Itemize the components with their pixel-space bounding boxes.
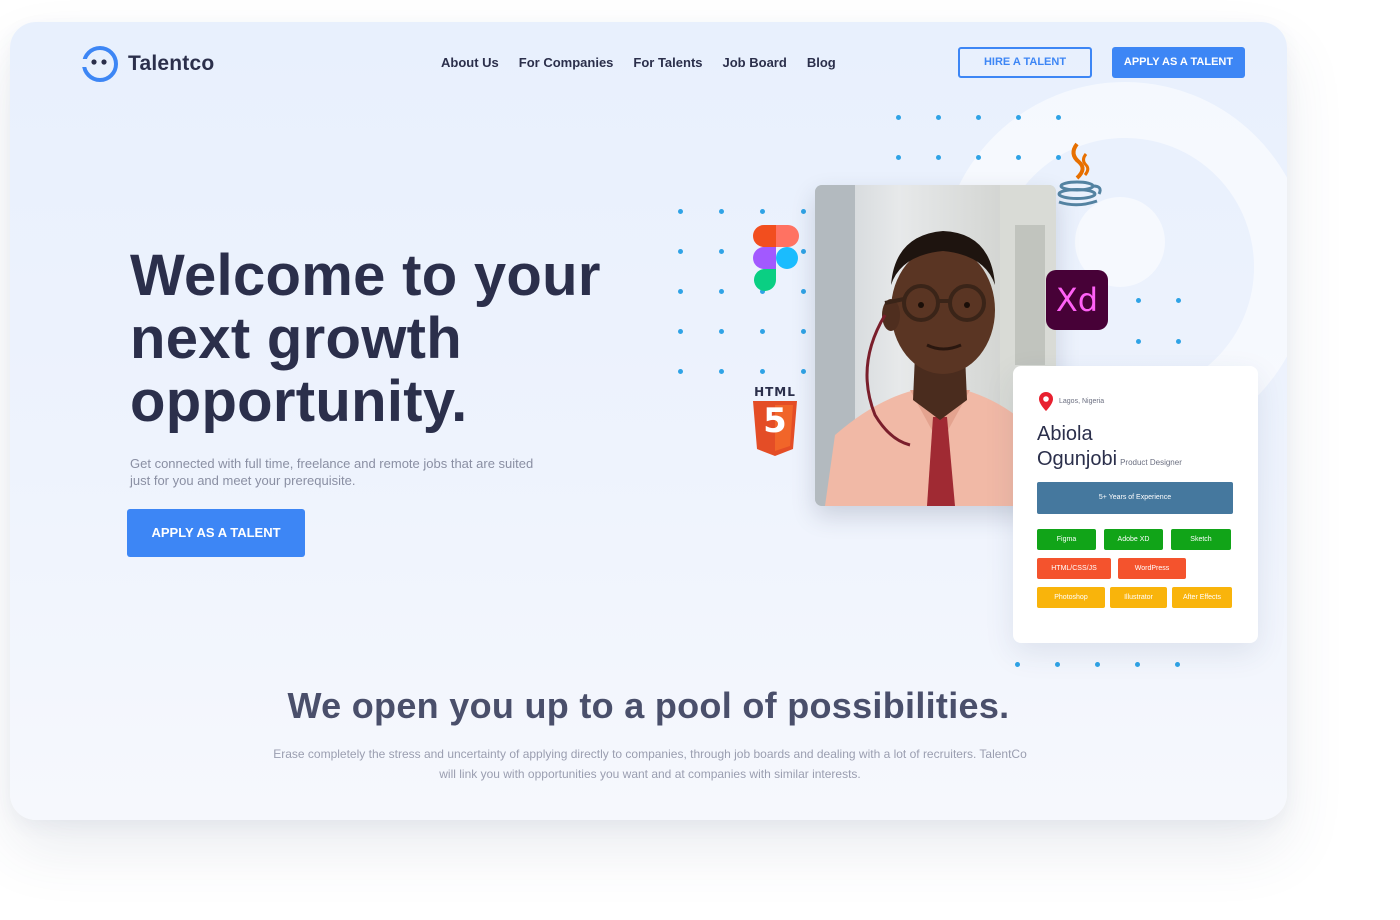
talent-role: Product Designer <box>1120 458 1182 467</box>
nav-blog[interactable]: Blog <box>807 55 836 70</box>
adobe-xd-icon: Xd <box>1046 270 1108 330</box>
hero-title-line-2: next growth <box>130 306 462 371</box>
skill-tag: Figma <box>1037 529 1096 550</box>
talent-profile-card[interactable]: Lagos, Nigeria Abiola Ogunjobi Product De… <box>1013 366 1258 643</box>
experience-badge: 5+ Years of Experience <box>1037 482 1233 514</box>
skill-tag: After Effects <box>1172 587 1232 608</box>
brand-name: Talentco <box>128 52 215 75</box>
location: Lagos, Nigeria <box>1039 392 1104 411</box>
adobe-xd-label: Xd <box>1055 281 1099 319</box>
html5-icon: HTML 5 <box>751 385 799 456</box>
html5-label: HTML <box>754 385 796 399</box>
section-title: We open you up to a pool of possibilitie… <box>287 685 1010 726</box>
skill-tag: Sketch <box>1171 529 1231 550</box>
skill-tag: Adobe XD <box>1104 529 1163 550</box>
dot-grid-top <box>896 115 1061 160</box>
hero-title-line-1: Welcome to your <box>130 243 601 308</box>
hero-title: Welcome to your next growth opportunity. <box>130 244 690 433</box>
location-pin-icon <box>1039 392 1053 411</box>
dot-grid-bottom <box>1015 662 1180 667</box>
apply-talent-hero-button[interactable]: APPLY AS A TALENT <box>127 509 305 557</box>
figma-icon <box>753 225 799 291</box>
logo-icon <box>82 46 118 82</box>
talent-name: Abiola Ogunjobi Product Designer <box>1037 422 1247 475</box>
location-text: Lagos, Nigeria <box>1059 398 1105 405</box>
skill-tag: HTML/CSS/JS <box>1037 558 1111 579</box>
brand-logo[interactable]: Talentco <box>80 44 214 84</box>
skill-tag: Photoshop <box>1037 587 1105 608</box>
html5-number: 5 <box>763 401 787 441</box>
hero-title-line-3: opportunity. <box>130 369 468 434</box>
nav-for-talents[interactable]: For Talents <box>633 55 702 70</box>
nav-for-companies[interactable]: For Companies <box>519 55 614 70</box>
java-icon <box>1057 142 1102 207</box>
hire-talent-button[interactable]: HIRE A TALENT <box>958 47 1092 78</box>
section-text: Erase completely the stress and uncertai… <box>273 747 1027 781</box>
hero-subtitle: Get connected with full time, freelance … <box>130 456 534 488</box>
skill-tag: Illustrator <box>1110 587 1167 608</box>
nav-about-us[interactable]: About Us <box>441 55 499 70</box>
talent-first-name: Abiola <box>1037 423 1093 445</box>
main-nav: About Us For Companies For Talents Job B… <box>441 55 836 70</box>
dot-grid-right <box>1136 298 1181 344</box>
apply-talent-header-button[interactable]: APPLY AS A TALENT <box>1112 47 1245 78</box>
talent-last-name: Ogunjobi <box>1037 448 1118 470</box>
skill-tag: WordPress <box>1118 558 1186 579</box>
nav-job-board[interactable]: Job Board <box>723 55 787 70</box>
landing-page: Talentco About Us For Companies For Tale… <box>10 22 1287 820</box>
